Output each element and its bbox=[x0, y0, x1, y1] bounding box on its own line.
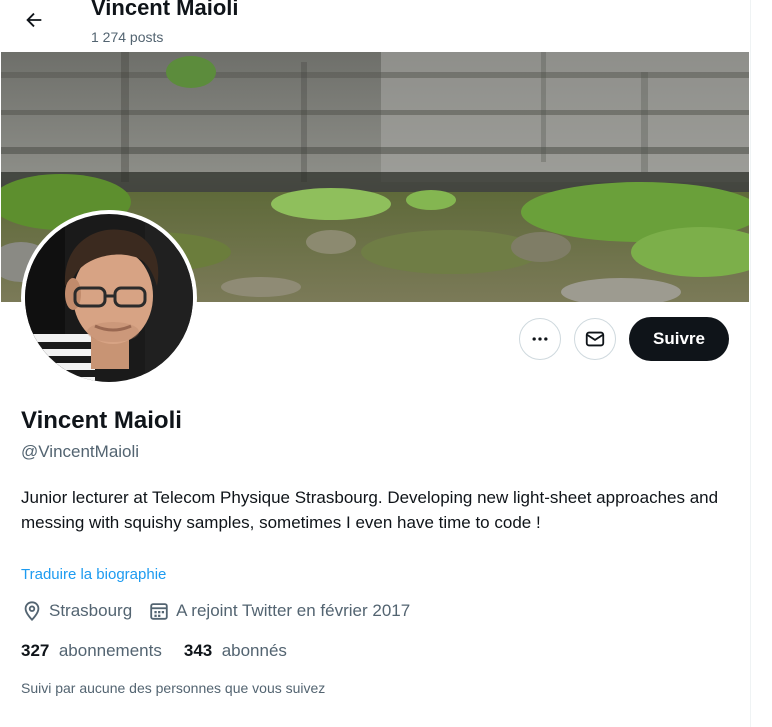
profile-avatar[interactable] bbox=[21, 210, 197, 386]
arrow-left-icon bbox=[26, 12, 42, 28]
profile-bio: Junior lecturer at Telecom Physique Stra… bbox=[21, 488, 719, 532]
following-label: abonnements bbox=[58, 641, 162, 660]
envelope-icon bbox=[585, 331, 605, 347]
followers-count: 343 bbox=[183, 641, 217, 660]
posts-count: 1 274 posts bbox=[91, 29, 164, 45]
more-horizontal-icon bbox=[532, 337, 548, 341]
joined-text: A rejoint Twitter en février 2017 bbox=[176, 601, 411, 620]
profile-handle: @VincentMaioli bbox=[21, 442, 140, 461]
followed-by-text: Suivi par aucune des personnes que vous … bbox=[21, 680, 326, 696]
profile-meta: Strasbourg A rejoint Twitter en février … bbox=[21, 599, 410, 623]
translate-bio-link[interactable]: Traduire la biographie bbox=[21, 565, 166, 585]
following-link[interactable]: 327 abonnements bbox=[21, 640, 162, 662]
location-item: Strasbourg bbox=[21, 600, 132, 622]
location-text: Strasbourg bbox=[49, 601, 133, 620]
header-title: Vincent Maioli bbox=[91, 0, 239, 20]
profile-page: Vincent Maioli 1 274 posts Suivre Vincen… bbox=[0, 0, 751, 727]
avatar-image bbox=[25, 214, 193, 382]
followers-link[interactable]: 343 abonnés bbox=[184, 640, 287, 662]
profile-name: Vincent Maioli bbox=[21, 407, 182, 434]
followers-label: abonnés bbox=[221, 641, 287, 660]
joined-item: A rejoint Twitter en février 2017 bbox=[148, 600, 410, 622]
more-options-button[interactable] bbox=[519, 318, 561, 360]
profile-header-bar: Vincent Maioli 1 274 posts bbox=[0, 0, 750, 52]
following-count: 327 bbox=[21, 641, 55, 660]
follow-button[interactable]: Suivre bbox=[629, 317, 729, 361]
message-button[interactable] bbox=[574, 318, 616, 360]
back-button[interactable] bbox=[18, 4, 50, 36]
location-pin-icon bbox=[24, 601, 40, 622]
follow-stats: 327 abonnements 343 abonnés bbox=[21, 640, 287, 662]
calendar-icon bbox=[150, 603, 168, 620]
